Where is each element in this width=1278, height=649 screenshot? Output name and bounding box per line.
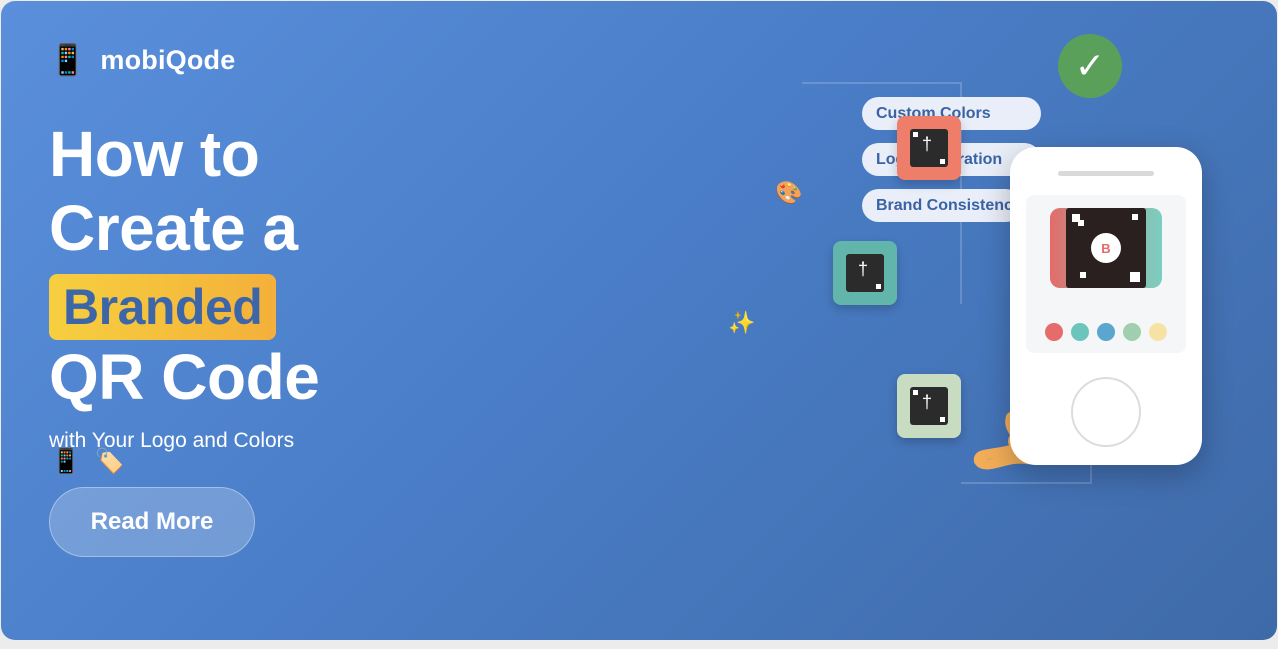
title-line-1: How to xyxy=(49,118,260,190)
tag-icon: 🏷️ xyxy=(94,447,125,475)
brand-logo-badge: B xyxy=(1091,233,1121,263)
phone-screen: B xyxy=(1026,195,1186,353)
title-line-2: Create a xyxy=(49,192,298,264)
phone-mockup: B xyxy=(1010,147,1202,465)
brand-logo[interactable]: 📱 mobiQode xyxy=(49,45,235,76)
color-swatch xyxy=(1045,323,1063,341)
phone-speaker xyxy=(1058,171,1154,176)
qr-code-icon: B xyxy=(1066,208,1146,288)
qr-code-icon: † xyxy=(910,387,948,425)
color-swatch xyxy=(1097,323,1115,341)
palette-icon: 🎨 xyxy=(775,181,803,206)
color-swatch xyxy=(1149,323,1167,341)
title-line-4: QR Code xyxy=(49,341,320,413)
phone-home-button xyxy=(1071,377,1141,447)
qr-code-icon: † xyxy=(910,129,948,167)
brand-name: mobiQode xyxy=(100,45,236,75)
qr-tile-teal: † xyxy=(833,241,897,305)
qr-code-icon: † xyxy=(846,254,884,292)
feature-pill-brand-consistency: Brand Consistency xyxy=(862,189,1022,222)
hero-banner: 📱 mobiQode How to Create a Branded QR Co… xyxy=(1,1,1277,640)
color-swatches xyxy=(1045,323,1167,341)
read-more-button[interactable]: Read More xyxy=(49,487,255,557)
checkmark-icon: ✓ xyxy=(1058,34,1122,98)
emoji-row: 📱 🏷️ xyxy=(51,447,125,475)
color-swatch xyxy=(1071,323,1089,341)
page-title: How to Create a Branded QR Code xyxy=(49,117,320,414)
mobile-phone-icon: 📱 xyxy=(49,42,87,78)
mobile-phone-icon: 📱 xyxy=(51,447,81,475)
qr-tile-coral: † xyxy=(897,116,961,180)
qr-tile-sage: † xyxy=(897,374,961,438)
branded-qr-card: B xyxy=(1050,208,1162,288)
sparkle-icon: ✨ xyxy=(728,311,756,336)
color-swatch xyxy=(1123,323,1141,341)
title-highlight: Branded xyxy=(49,274,277,340)
